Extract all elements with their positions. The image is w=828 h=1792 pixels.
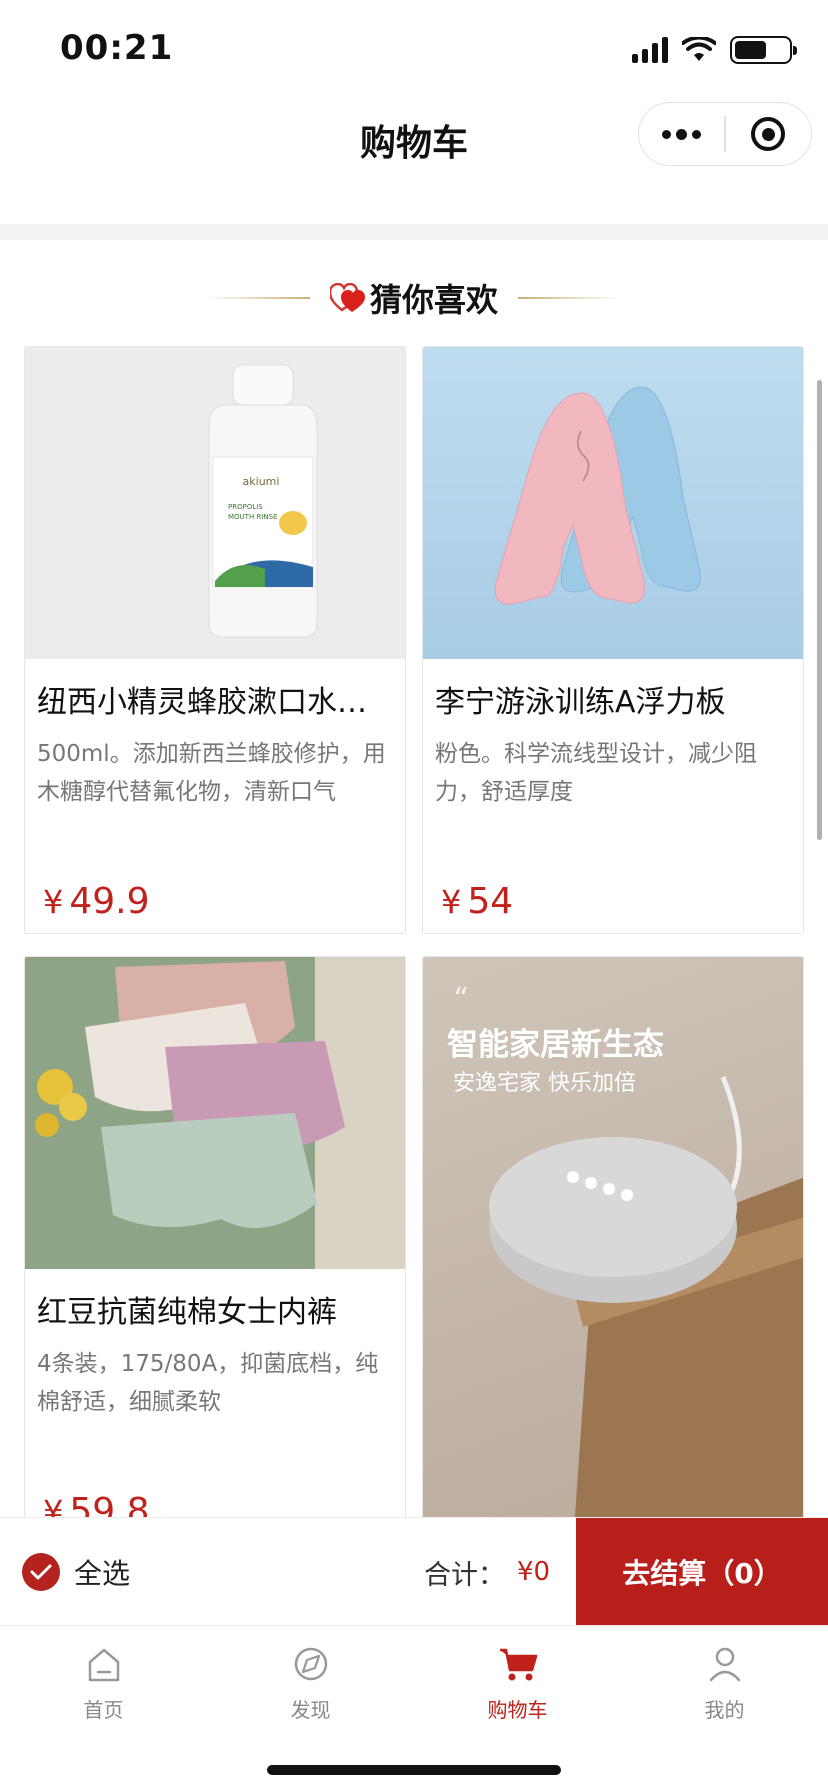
status-bar: 00:21 (0, 0, 828, 96)
product-card[interactable]: akiumi PROPOLIS MOUTH RINSE 纽西小精灵蜂胶漱口水… … (24, 346, 406, 934)
nav-bar: 购物车 (0, 96, 828, 224)
product-desc: 500ml。添加新西兰蜂胶修护，用木糖醇代替氟化物，清新口气 (37, 741, 386, 805)
underwear-image (25, 957, 405, 1269)
product-desc: 粉色。科学流线型设计，减少阻力，舒适厚度 (435, 741, 757, 805)
mouthwash-bottle-image: akiumi PROPOLIS MOUTH RINSE (208, 364, 318, 638)
tab-label: 我的 (704, 1698, 745, 1722)
tab-cart[interactable]: 购物车 (414, 1642, 621, 1742)
promo-card[interactable]: “ 智能家居新生态 安逸宅家 快乐加倍 (422, 956, 804, 1517)
more-button[interactable] (639, 103, 724, 165)
header-line-left (205, 297, 310, 299)
status-icons (632, 34, 797, 66)
tab-profile[interactable]: 我的 (621, 1642, 828, 1742)
promo-headline: 智能家居新生态 (447, 1027, 664, 1063)
product-image: akiumi PROPOLIS MOUTH RINSE (25, 347, 405, 659)
battery-icon (730, 36, 797, 64)
close-miniprogram-button[interactable] (726, 103, 811, 165)
currency-symbol: ¥ (43, 1493, 64, 1517)
section-header: 猜你喜欢 (0, 270, 828, 326)
checkbox-checked-icon (22, 1553, 60, 1591)
total-label: 合计： (424, 1559, 505, 1591)
product-price: ¥49.9 (43, 881, 150, 922)
wifi-icon (682, 37, 716, 61)
product-price: ¥59.8 (43, 1491, 150, 1517)
tab-label: 首页 (83, 1698, 124, 1722)
product-card[interactable]: 红豆抗菌纯棉女士内裤 4条装，175/80A，抑菌底档，纯棉舒适，细腻柔软 ¥5… (24, 956, 406, 1517)
total-summary: 合计： ¥0 (424, 1518, 550, 1626)
tab-home[interactable]: 首页 (0, 1642, 207, 1742)
price-value: 54 (467, 881, 514, 922)
status-time: 00:21 (60, 28, 174, 68)
compass-icon (294, 1647, 327, 1681)
bottle-line2-label: MOUTH RINSE (228, 513, 277, 521)
select-all-toggle[interactable]: 全选 (22, 1518, 130, 1626)
currency-symbol: ¥ (441, 883, 462, 921)
product-title: 李宁游泳训练A浮力板 (435, 685, 726, 720)
promo-image: “ 智能家居新生态 安逸宅家 快乐加倍 (423, 957, 803, 1517)
checkout-bar: 全选 合计： ¥0 去结算（0） (0, 1517, 828, 1626)
recommend-section: 猜你喜欢 akiumi PROPOLIS MOUTH RINSE 纽西小精灵蜂胶… (0, 240, 828, 1517)
cart-icon (499, 1648, 537, 1681)
user-icon (709, 1647, 740, 1682)
home-icon (88, 1648, 119, 1682)
scrollbar[interactable] (817, 380, 822, 840)
product-desc: 4条装，175/80A，抑菌底档，纯棉舒适，细腻柔软 (37, 1351, 379, 1415)
tab-label: 购物车 (487, 1698, 548, 1722)
tab-label: 发现 (290, 1698, 331, 1722)
total-value: ¥0 (517, 1557, 551, 1587)
signal-icon (632, 37, 668, 63)
bottle-line1-label: PROPOLIS (228, 503, 263, 511)
section-title: 猜你喜欢 (369, 281, 498, 319)
more-dots-icon (662, 128, 702, 140)
product-price: ¥54 (441, 881, 513, 922)
bottle-brand-label: akiumi (243, 475, 280, 488)
hearts-icon (329, 283, 365, 312)
product-title: 红豆抗菌纯棉女士内裤 (37, 1295, 337, 1330)
kickboard-image (494, 386, 701, 605)
select-all-label: 全选 (74, 1557, 131, 1590)
home-indicator (267, 1765, 561, 1775)
tab-discover[interactable]: 发现 (207, 1642, 414, 1742)
product-image (25, 957, 405, 1269)
header-line-right (518, 297, 622, 299)
miniprogram-capsule (638, 102, 812, 166)
svg-text:“: “ (453, 982, 468, 1017)
currency-symbol: ¥ (43, 883, 64, 921)
product-card[interactable]: 李宁游泳训练A浮力板 粉色。科学流线型设计，减少阻力，舒适厚度 ¥54 (422, 346, 804, 934)
price-value: 59.8 (69, 1491, 150, 1517)
product-title: 纽西小精灵蜂胶漱口水… (37, 685, 367, 720)
price-value: 49.9 (69, 881, 150, 922)
product-image (423, 347, 803, 659)
checkout-button[interactable]: 去结算（0） (576, 1518, 828, 1626)
target-icon (751, 117, 786, 151)
divider-strip (0, 224, 828, 240)
promo-subline: 安逸宅家 快乐加倍 (453, 1071, 636, 1096)
